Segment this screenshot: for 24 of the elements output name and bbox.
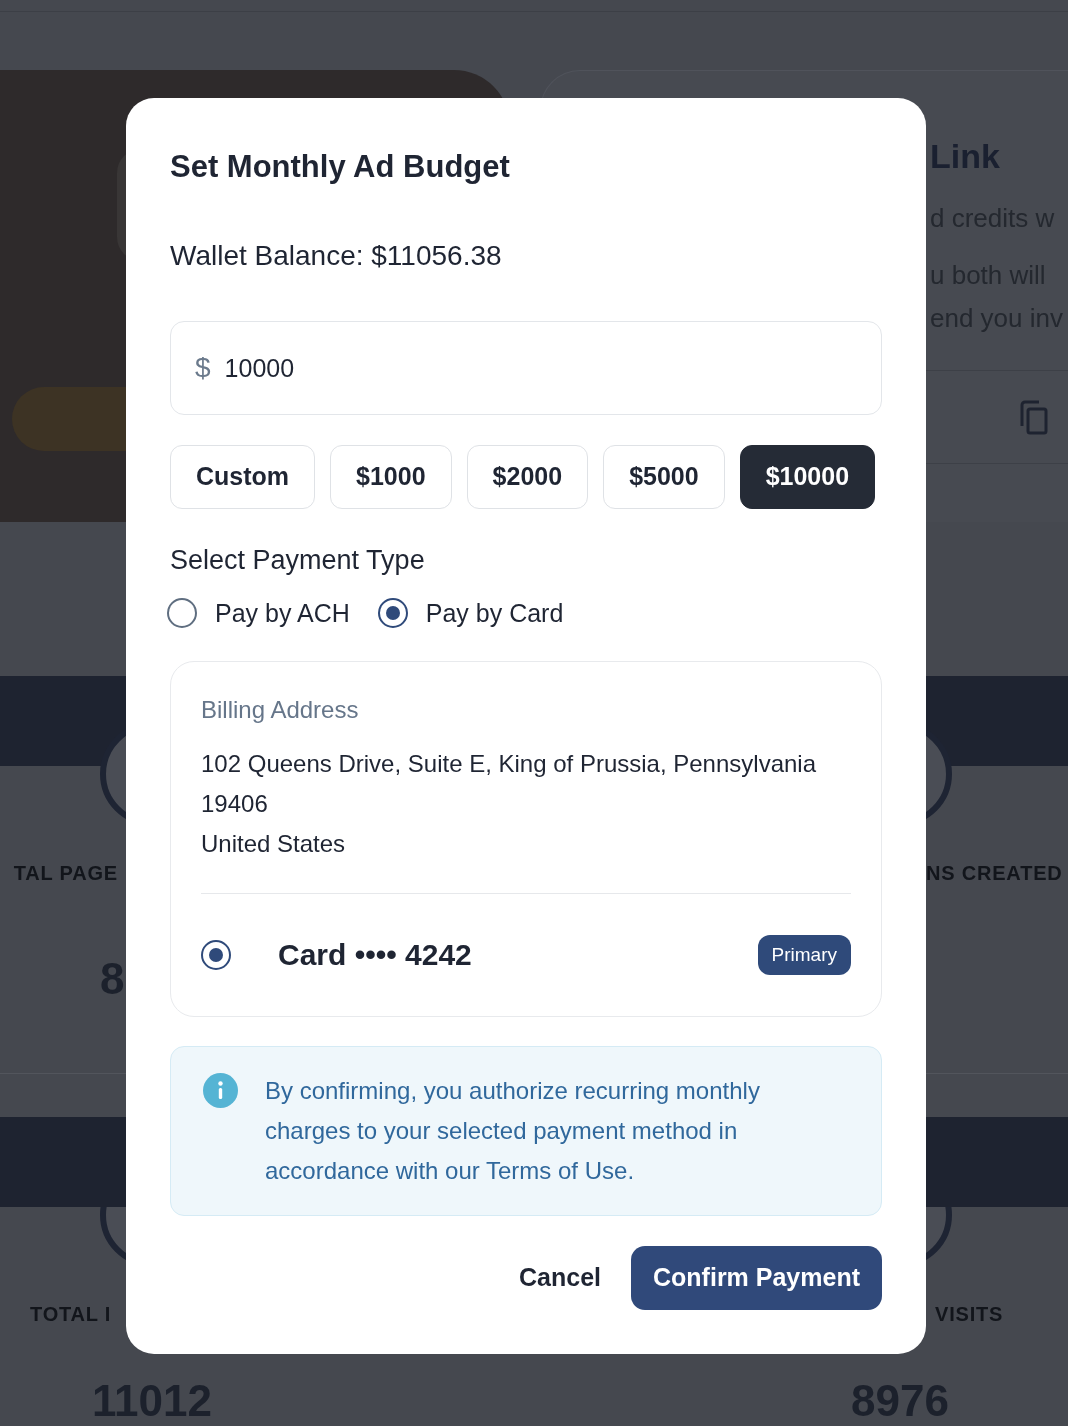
- radio-button[interactable]: [167, 598, 197, 628]
- primary-badge: Primary: [757, 935, 851, 975]
- cancel-button[interactable]: Cancel: [519, 1246, 601, 1310]
- amount-preset-button[interactable]: $5000: [603, 445, 725, 509]
- wallet-balance: Wallet Balance: $11056.38: [170, 239, 503, 273]
- currency-prefix: $: [195, 351, 211, 385]
- confirm-button[interactable]: Confirm Payment: [631, 1246, 882, 1310]
- billing-heading: Billing Address: [201, 695, 360, 725]
- amount-preset-button[interactable]: $1000: [330, 445, 452, 509]
- address-line: United States: [201, 829, 347, 859]
- section-heading: Select Payment Type: [170, 544, 426, 577]
- amount-preset-button[interactable]: Custom: [170, 445, 316, 509]
- radio-label[interactable]: Pay by ACH: [215, 596, 350, 630]
- amount-preset-button[interactable]: $2000: [466, 445, 589, 509]
- dialog-title: Set Monthly Ad Budget: [170, 148, 511, 185]
- card-label: Card •••• 4242: [278, 937, 472, 973]
- amount-input[interactable]: 10000: [224, 353, 525, 383]
- amount-preset-button[interactable]: $10000: [739, 445, 876, 509]
- address-line: 102 Queens Drive, Suite E, King of Prussia, Pennsylvania 19406: [201, 749, 817, 819]
- info-icon: [203, 1073, 238, 1108]
- notice-text: By confirming, you authorize recurring monthly charges to your selected payment method in accordance with our Terms of Use.: [265, 1076, 761, 1186]
- radio-button[interactable]: [377, 598, 408, 628]
- radio-button[interactable]: [201, 940, 231, 970]
- radio-label[interactable]: Pay by Card: [425, 596, 564, 630]
